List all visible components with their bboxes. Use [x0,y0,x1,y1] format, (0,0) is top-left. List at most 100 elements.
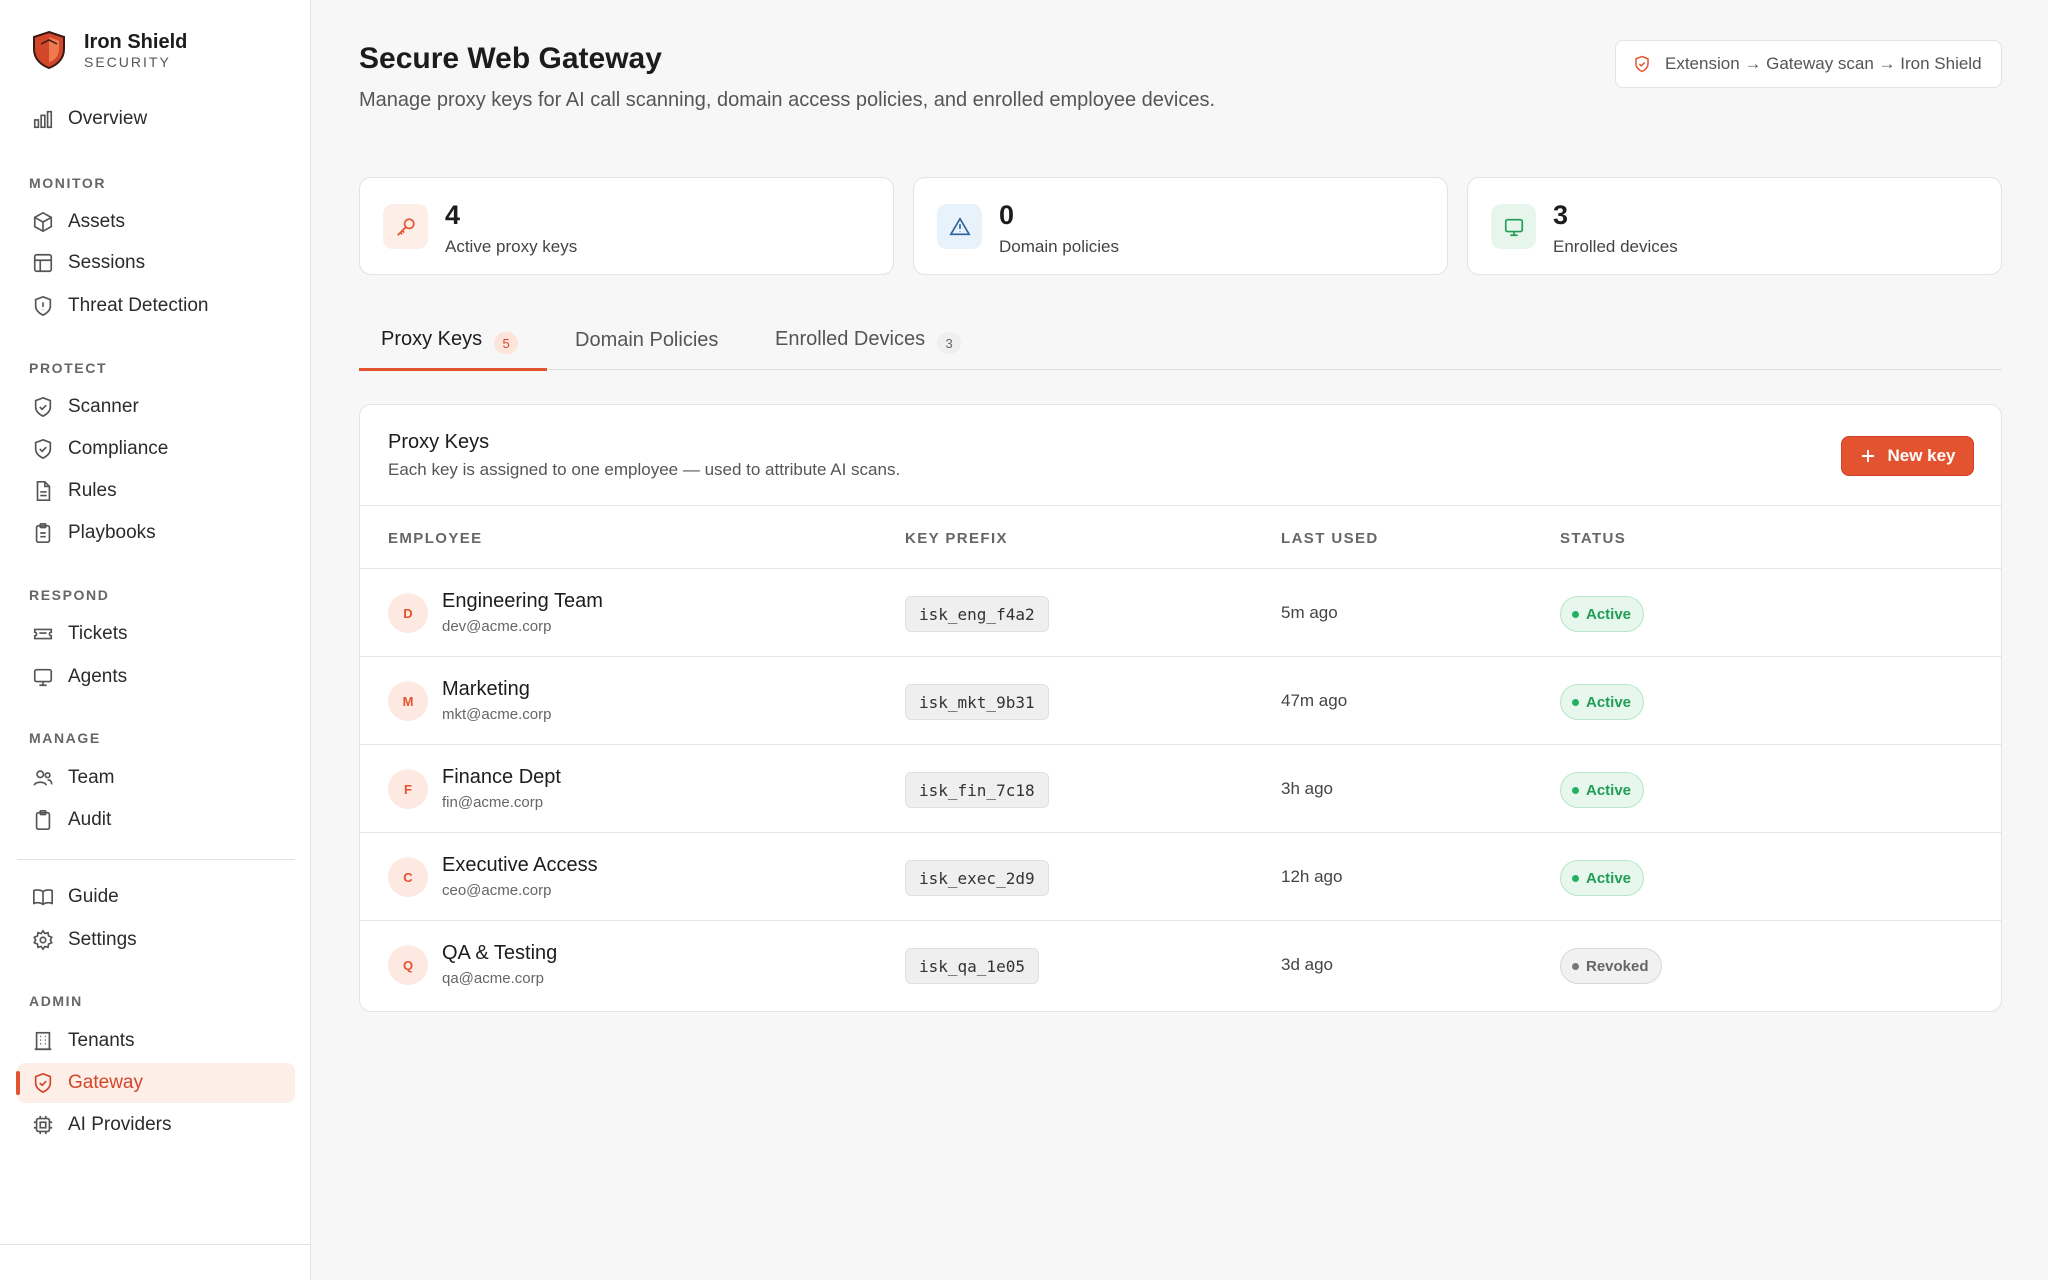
column-header-last-used[interactable]: LAST USED [1281,530,1379,547]
shield-check-icon [34,1072,52,1094]
key-prefix: isk_exec_2d9 [905,860,1049,896]
sidebar-item-ai-providers[interactable]: AI Providers [17,1105,295,1145]
sidebar-item-compliance[interactable]: Compliance [17,429,295,469]
brand[interactable]: Iron Shield SECURITY [31,30,187,70]
status-dot [1572,874,1579,882]
sidebar-item-gateway[interactable]: Gateway [16,1063,295,1103]
shield-alert-icon [34,295,52,317]
sidebar-item-label: Agents [68,666,128,687]
tab-label: Domain Policies [575,329,719,351]
tab-enrolled-devices[interactable]: Enrolled Devices 3 [775,322,962,370]
last-used: 12h ago [1281,867,1343,886]
employee-email: fin@acme.corp [442,794,544,811]
clipboard-icon [35,523,51,543]
employee-name: Finance Dept [442,766,561,788]
gateway-flow-text: Extension → Gateway scan → Iron Shield [1665,54,1982,73]
column-header-employee[interactable]: EMPLOYEE [388,530,483,547]
plus-icon [1862,450,1875,462]
avatar: Q [388,945,428,985]
tab-proxy-keys[interactable]: Proxy Keys 5 [359,322,547,371]
sidebar-item-playbooks[interactable]: Playbooks [17,513,295,553]
key-prefix: isk_eng_f4a2 [905,596,1049,632]
nav-section-manage: MANAGE [29,730,101,746]
stat-label: Enrolled devices [1553,237,1678,256]
status-dot [1572,610,1579,618]
sidebar-item-label: Scanner [68,396,139,417]
shield-check-icon [34,396,52,418]
sidebar-footer-divider [0,1244,311,1245]
sidebar: Iron Shield SECURITY Overview MONITOR As… [0,0,311,1280]
status-label: Revoked [1586,957,1649,975]
sidebar-item-label: Playbooks [68,522,156,543]
sidebar-item-label: Guide [68,886,119,907]
book-icon [33,889,53,906]
key-prefix: isk_mkt_9b31 [905,684,1049,720]
last-used: 3h ago [1281,779,1333,798]
sidebar-item-team[interactable]: Team [17,758,295,798]
sidebar-item-rules[interactable]: Rules [17,471,295,511]
avatar: D [388,593,428,633]
employee-email: dev@acme.corp [442,618,552,635]
sidebar-item-label: Tenants [68,1030,135,1051]
clipboard-icon [35,810,51,830]
sidebar-item-settings[interactable]: Settings [17,920,295,960]
sidebar-item-tickets[interactable]: Tickets [17,614,295,654]
key-prefix: isk_fin_7c18 [905,772,1049,808]
tab-count-badge: 3 [937,332,962,354]
sidebar-item-guide[interactable]: Guide [17,877,295,917]
table-row[interactable]: F Finance Dept fin@acme.corp isk_fin_7c1… [360,745,2001,833]
tab-bar: Proxy Keys 5 Domain Policies Enrolled De… [359,322,2002,371]
nav-section-admin: ADMIN [29,993,83,1009]
status-badge: Active [1560,596,1645,632]
nav-section-respond: RESPOND [29,587,110,603]
status-badge: Active [1560,772,1645,808]
stat-label: Active proxy keys [445,237,578,256]
stat-card-enrolled-devices: 3 Enrolled devices [1467,177,2002,275]
cpu-chip-icon [33,1115,53,1135]
avatar: C [388,857,428,897]
table-row[interactable]: M Marketing mkt@acme.corp isk_mkt_9b31 4… [360,657,2001,745]
sidebar-item-threat-detection[interactable]: Threat Detection [17,286,295,326]
stat-card-domain-policies: 0 Domain policies [913,177,1448,275]
employee-name: QA & Testing [442,942,558,964]
sidebar-item-overview[interactable]: Overview [17,99,295,139]
tab-label: Enrolled Devices [775,328,926,350]
sidebar-item-agents[interactable]: Agents [17,657,295,697]
table-row[interactable]: C Executive Access ceo@acme.corp isk_exe… [360,833,2001,921]
employee-email: qa@acme.corp [442,970,544,987]
employee-name: Marketing [442,678,530,700]
column-header-status[interactable]: STATUS [1560,530,1626,547]
table-row[interactable]: D Engineering Team dev@acme.corp isk_eng… [360,569,2001,657]
panel-subtitle: Each key is assigned to one employee — u… [388,460,901,479]
sidebar-item-label: Gateway [68,1072,143,1093]
key-prefix: isk_qa_1e05 [905,948,1039,984]
warning-triangle-icon [937,204,982,249]
nav-section-protect: PROTECT [29,360,108,376]
table-header: EMPLOYEE KEY PREFIX LAST USED STATUS [360,505,2001,569]
status-dot [1572,698,1579,706]
sidebar-item-tenants[interactable]: Tenants [17,1021,295,1061]
employee-email: ceo@acme.corp [442,882,552,899]
gateway-flow-badge: Extension → Gateway scan → Iron Shield [1615,40,2002,88]
table-row[interactable]: Q QA & Testing qa@acme.corp isk_qa_1e05 … [360,921,2001,1009]
sidebar-item-scanner[interactable]: Scanner [17,387,295,427]
sidebar-item-sessions[interactable]: Sessions [17,243,295,283]
avatar: F [388,769,428,809]
last-used: 3d ago [1281,955,1333,974]
ticket-icon [33,628,53,640]
stat-card-proxy-keys: 4 Active proxy keys [359,177,894,275]
shield-logo-icon [33,30,65,70]
status-label: Active [1586,781,1632,799]
sidebar-item-assets[interactable]: Assets [17,202,295,242]
sidebar-item-audit[interactable]: Audit [17,800,295,840]
nav-section-monitor: MONITOR [29,175,107,191]
new-key-button[interactable]: New key [1841,436,1974,476]
sidebar-item-label: Overview [68,108,148,129]
sidebar-item-label: AI Providers [68,1114,172,1135]
gear-icon [33,929,53,951]
tab-domain-policies[interactable]: Domain Policies [575,322,718,370]
column-header-key-prefix[interactable]: KEY PREFIX [905,530,1008,547]
status-label: Active [1586,605,1632,623]
stat-value: 3 [1553,200,1569,230]
last-used: 5m ago [1281,603,1338,622]
